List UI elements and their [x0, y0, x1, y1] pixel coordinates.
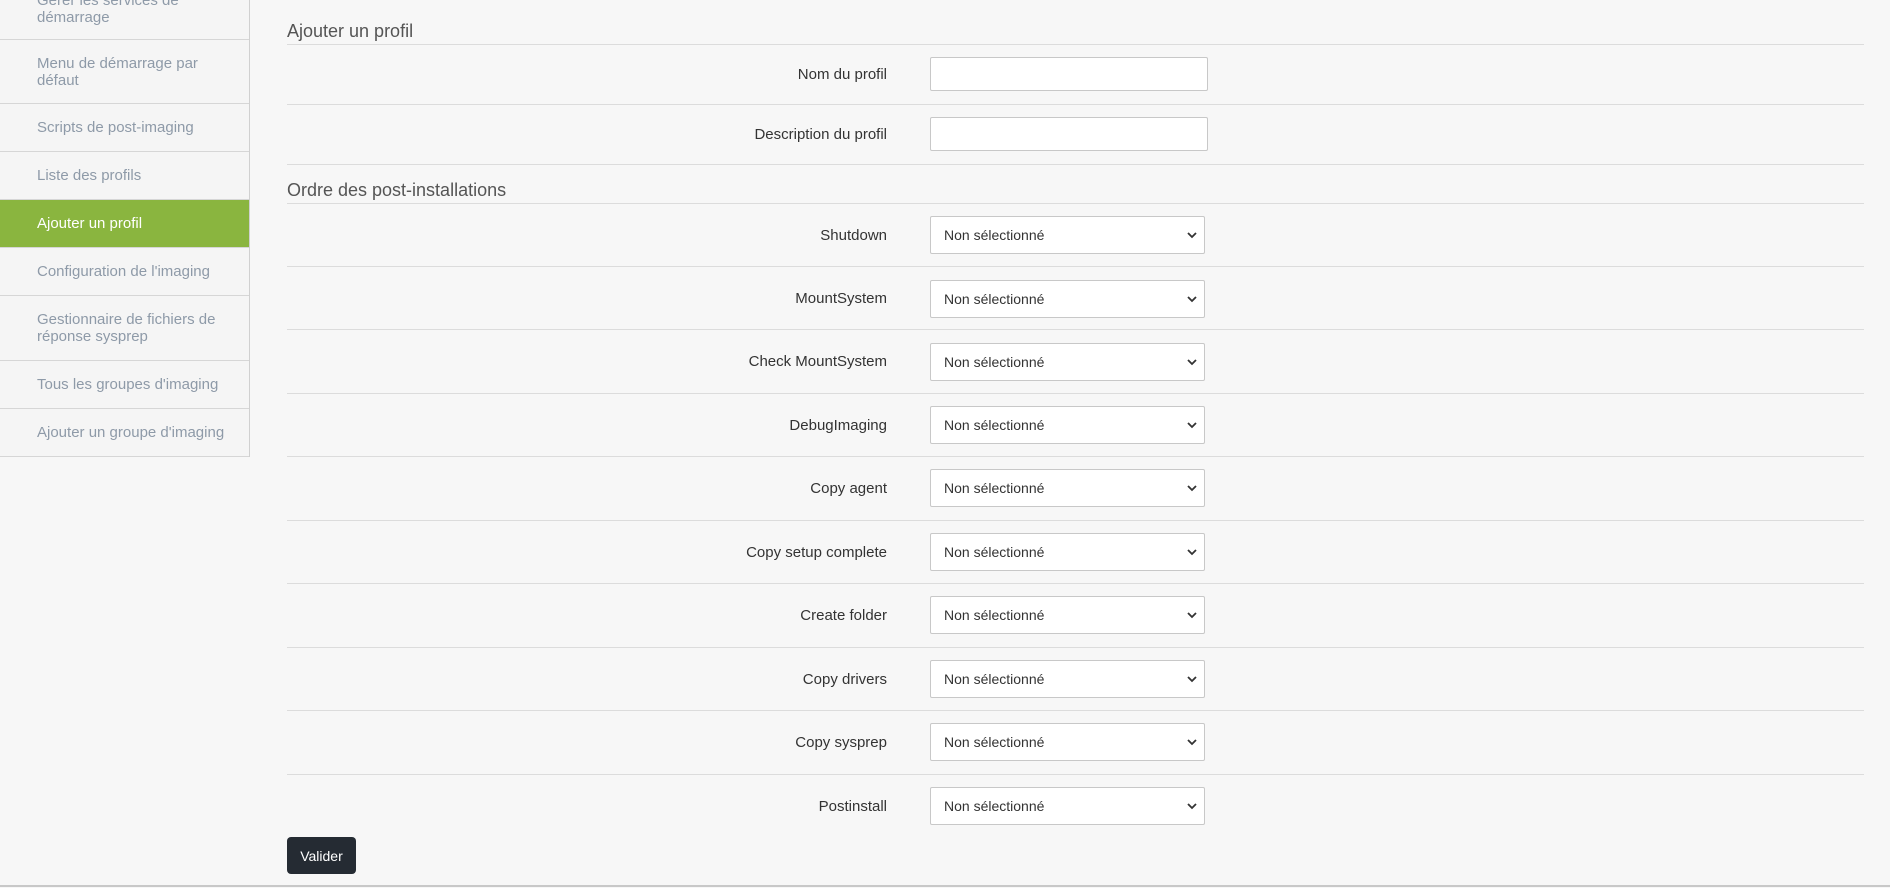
chevron-down-icon [1187, 422, 1197, 429]
postinstall-row: Copy setup complete Non sélectionné [287, 521, 1864, 584]
postinstall-order-select[interactable]: Non sélectionné [930, 660, 1205, 698]
select-value: Non sélectionné [944, 734, 1045, 750]
sidebar-item-add-imaging-group[interactable]: Ajouter un groupe d'imaging [0, 409, 249, 457]
postinstall-row: Shutdown Non sélectionné [287, 203, 1864, 267]
postinstall-label: Shutdown [820, 227, 887, 244]
chevron-down-icon [1187, 739, 1197, 746]
main-content: Ajouter un profil Nom du profil Descript… [287, 0, 1864, 888]
sidebar-item-label: Liste des profils [37, 167, 142, 184]
postinstall-label: Copy agent [810, 480, 887, 497]
form-row-profile-description: Description du profil [287, 105, 1864, 165]
postinstall-label: MountSystem [795, 290, 887, 307]
sidebar-item-postimaging-scripts[interactable]: Scripts de post-imaging [0, 104, 249, 152]
sidebar-item-boot-services[interactable]: Gérer les services de démarrage [0, 0, 249, 40]
postinstall-order-select[interactable]: Non sélectionné [930, 406, 1205, 444]
postinstall-row: MountSystem Non sélectionné [287, 267, 1864, 330]
sidebar-item-label: Scripts de post-imaging [37, 119, 194, 136]
field-label: Description du profil [754, 126, 887, 143]
select-value: Non sélectionné [944, 544, 1045, 560]
sidebar-item-profile-list[interactable]: Liste des profils [0, 152, 249, 200]
sidebar-item-label: Menu de démarrage par défaut [37, 54, 198, 89]
sidebar-item-label: Gestionnaire de fichiers de réponse sysp… [37, 311, 216, 345]
postinstall-order-select[interactable]: Non sélectionné [930, 787, 1205, 825]
section-title-add-profile: Ajouter un profil [287, 21, 1864, 45]
sidebar: Gérer les services de démarrage Menu de … [0, 0, 250, 457]
profile-name-input[interactable] [930, 57, 1208, 91]
postinstall-label: Copy setup complete [746, 544, 887, 561]
sidebar-item-add-profile[interactable]: Ajouter un profil [0, 200, 249, 248]
postinstall-order-select[interactable]: Non sélectionné [930, 216, 1205, 254]
sidebar-item-sysprep-manager[interactable]: Gestionnaire de fichiers de réponse sysp… [0, 296, 249, 361]
postinstall-row: Copy sysprep Non sélectionné [287, 711, 1864, 775]
postinstall-order-select[interactable]: Non sélectionné [930, 533, 1205, 571]
sidebar-item-default-boot-menu[interactable]: Menu de démarrage par défaut [0, 40, 249, 104]
postinstall-label: Postinstall [818, 798, 887, 815]
select-value: Non sélectionné [944, 607, 1045, 623]
postinstall-order-select[interactable]: Non sélectionné [930, 280, 1205, 318]
chevron-down-icon [1187, 676, 1197, 683]
postinstall-order-select[interactable]: Non sélectionné [930, 596, 1205, 634]
postinstall-row: Check MountSystem Non sélectionné [287, 330, 1864, 394]
sidebar-item-label: Ajouter un profil [37, 215, 143, 232]
field-label: Nom du profil [797, 66, 887, 83]
postinstall-label: Copy sysprep [795, 734, 887, 751]
postinstall-row: Copy drivers Non sélectionné [287, 648, 1864, 711]
sidebar-item-label: Configuration de l'imaging [37, 263, 210, 280]
select-value: Non sélectionné [944, 291, 1045, 307]
select-value: Non sélectionné [944, 480, 1045, 496]
submit-button[interactable]: Valider [287, 837, 356, 874]
postinstall-row: Postinstall Non sélectionné [287, 775, 1864, 831]
profile-description-input[interactable] [930, 117, 1208, 151]
bottom-divider [0, 885, 1890, 887]
postinstall-order-select[interactable]: Non sélectionné [930, 469, 1205, 507]
postinstall-row: Create folder Non sélectionné [287, 584, 1864, 648]
chevron-down-icon [1187, 359, 1197, 366]
chevron-down-icon [1187, 232, 1197, 239]
postinstall-row: DebugImaging Non sélectionné [287, 394, 1864, 457]
select-value: Non sélectionné [944, 354, 1045, 370]
chevron-down-icon [1187, 296, 1197, 303]
section-title-postinstall-order: Ordre des post-installations [287, 180, 1864, 204]
chevron-down-icon [1187, 549, 1197, 556]
sidebar-item-imaging-groups[interactable]: Tous les groupes d'imaging [0, 361, 249, 409]
select-value: Non sélectionné [944, 417, 1045, 433]
postinstall-order-select[interactable]: Non sélectionné [930, 343, 1205, 381]
postinstall-label: Check MountSystem [748, 353, 887, 370]
chevron-down-icon [1187, 612, 1197, 619]
postinstall-label: Create folder [800, 607, 887, 624]
sidebar-item-label: Gérer les services de démarrage [37, 0, 179, 26]
chevron-down-icon [1187, 485, 1197, 492]
select-value: Non sélectionné [944, 227, 1045, 243]
postinstall-label: DebugImaging [789, 417, 887, 434]
postinstall-row: Copy agent Non sélectionné [287, 457, 1864, 521]
select-value: Non sélectionné [944, 798, 1045, 814]
sidebar-item-label: Ajouter un groupe d'imaging [37, 424, 225, 441]
select-value: Non sélectionné [944, 671, 1045, 687]
sidebar-item-label: Tous les groupes d'imaging [37, 376, 219, 393]
postinstall-label: Copy drivers [802, 671, 887, 688]
chevron-down-icon [1187, 803, 1197, 810]
postinstall-order-select[interactable]: Non sélectionné [930, 723, 1205, 761]
form-row-profile-name: Nom du profil [287, 44, 1864, 105]
sidebar-item-imaging-config[interactable]: Configuration de l'imaging [0, 248, 249, 296]
